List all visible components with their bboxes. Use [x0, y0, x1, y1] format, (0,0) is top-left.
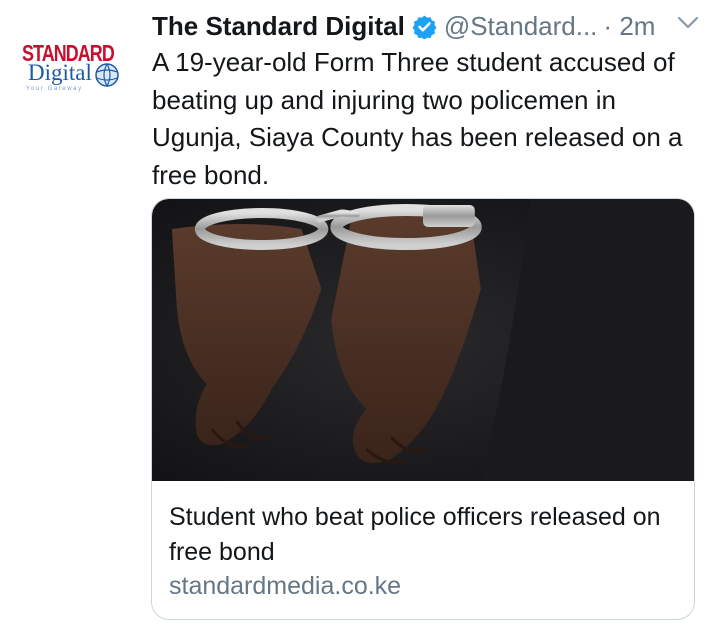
author-name[interactable]: The Standard Digital	[152, 11, 405, 42]
card-domain: standardmedia.co.ke	[169, 572, 402, 600]
separator: ·	[603, 10, 613, 41]
tweet-header: The Standard Digital @Standard... · 2m	[152, 9, 700, 43]
time-value: 2m	[619, 10, 656, 41]
author-handle[interactable]: @Standard...	[444, 11, 598, 42]
tweet-text: A 19-year-old Form Three student accused…	[152, 47, 683, 190]
timestamp[interactable]: · 2m	[603, 11, 655, 42]
globe-logo-icon	[95, 63, 119, 87]
avatar-brand-bottom: Digital	[28, 60, 92, 85]
link-card[interactable]: Student who beat police officers release…	[151, 198, 695, 620]
avatar-tagline: Your Gateway	[26, 86, 83, 92]
card-title: Student who beat police officers release…	[169, 503, 661, 566]
chevron-down-icon[interactable]	[676, 15, 700, 31]
verified-badge-icon	[412, 14, 437, 39]
handcuffed-hands-photo	[152, 199, 694, 481]
avatar[interactable]: STANDARD Digital Your Gateway	[18, 40, 136, 110]
